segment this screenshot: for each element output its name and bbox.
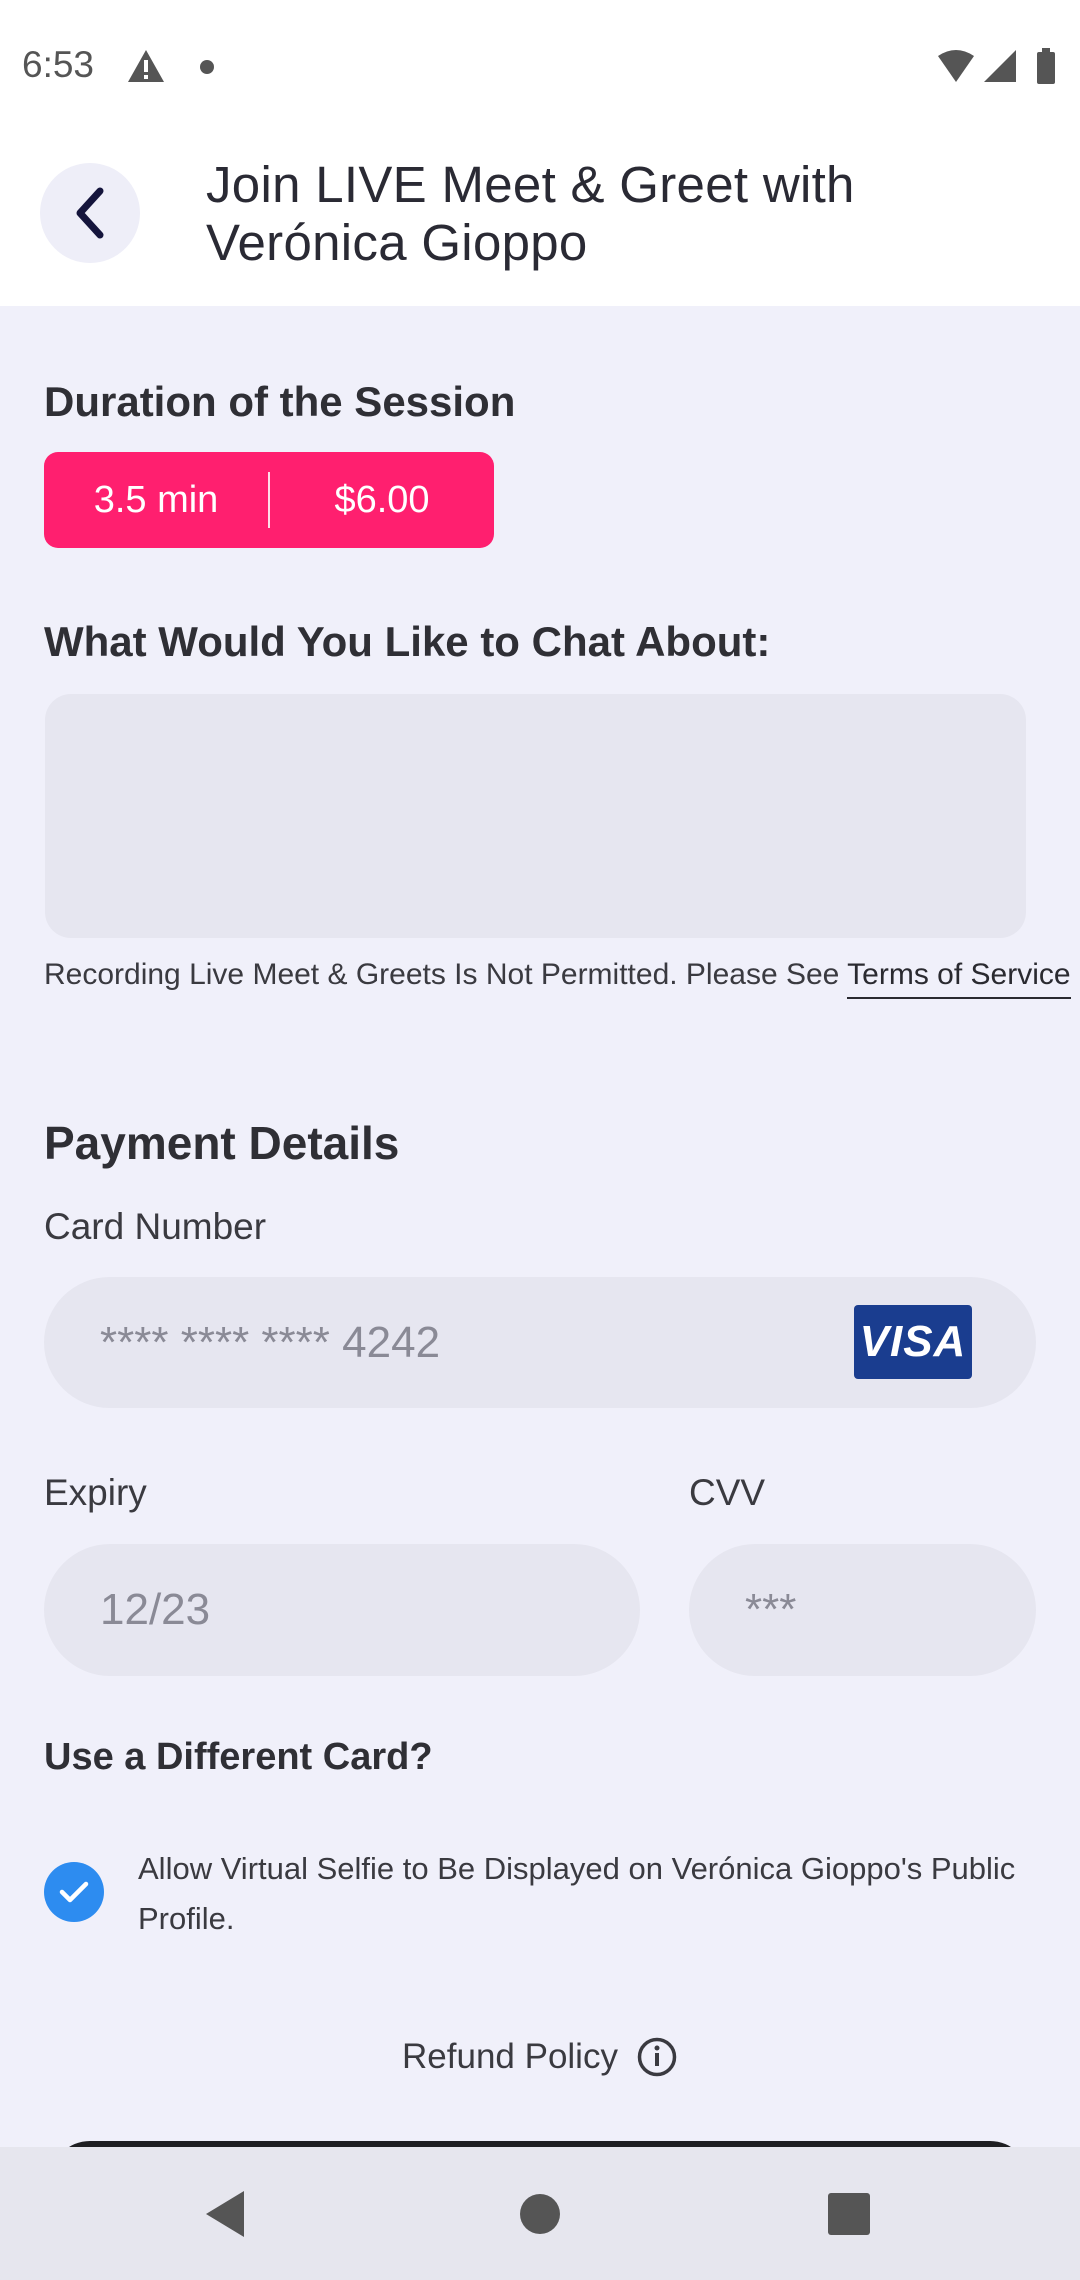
system-nav-bar <box>0 2147 1080 2280</box>
expiry-label: Expiry <box>44 1472 147 1513</box>
nav-back-icon[interactable] <box>200 2187 250 2241</box>
selfie-consent-label: Allow Virtual Selfie to Be Displayed on … <box>138 1851 1016 1936</box>
duration-price: $6.00 <box>334 478 430 521</box>
card-number-label: Card Number <box>44 1206 267 1247</box>
refund-policy: Refund Policy <box>0 2036 1080 2078</box>
cvv-value: *** <box>745 1585 797 1634</box>
nav-home-icon[interactable] <box>518 2187 562 2241</box>
card-number-value: **** **** **** 4242 <box>100 1317 441 1367</box>
selfie-consent-checkbox[interactable] <box>44 1862 104 1922</box>
chat-heading: What Would You Like to Chat About: <box>44 618 771 665</box>
notification-dot-icon <box>200 60 214 74</box>
duration-minutes: 3.5 min <box>93 478 219 521</box>
page-title: Join LIVE Meet & Greet with Verónica Gio… <box>206 156 855 271</box>
chevron-left-icon <box>76 187 104 239</box>
visa-logo-icon: VISA <box>854 1305 972 1379</box>
app-header: Join LIVE Meet & Greet with Verónica Gio… <box>0 130 1080 306</box>
expiry-value: 12/23 <box>100 1585 211 1634</box>
use-different-card-link[interactable]: Use a Different Card? <box>44 1736 433 1779</box>
cvv-field[interactable]: *** <box>689 1544 1036 1676</box>
status-time: 6:53 <box>22 44 95 85</box>
info-icon[interactable] <box>636 2036 678 2078</box>
terms-of-service-link[interactable]: Terms of Service <box>847 958 1071 999</box>
chat-topic-input[interactable] <box>45 694 1026 938</box>
expiry-field[interactable]: 12/23 <box>44 1544 640 1676</box>
nav-recents-icon[interactable] <box>826 2187 872 2241</box>
status-bar: 6:53 <box>0 0 1080 130</box>
warning-icon <box>128 50 164 82</box>
duration-selector[interactable]: 3.5 min $6.00 <box>44 452 494 548</box>
card-number-field[interactable]: **** **** **** 4242 VISA <box>44 1277 1036 1408</box>
duration-heading: Duration of the Session <box>44 378 516 425</box>
payment-heading: Payment Details <box>44 1117 400 1169</box>
cvv-label: CVV <box>689 1472 766 1513</box>
recording-notice-text: Recording Live Meet & Greets Is Not Perm… <box>44 958 840 991</box>
back-button[interactable] <box>40 163 140 263</box>
recording-notice: Recording Live Meet & Greets Is Not Perm… <box>44 958 1071 999</box>
refund-policy-link[interactable]: Refund Policy <box>402 2037 618 2077</box>
signal-battery-icons <box>938 48 1055 84</box>
checkmark-icon <box>59 1881 89 1903</box>
